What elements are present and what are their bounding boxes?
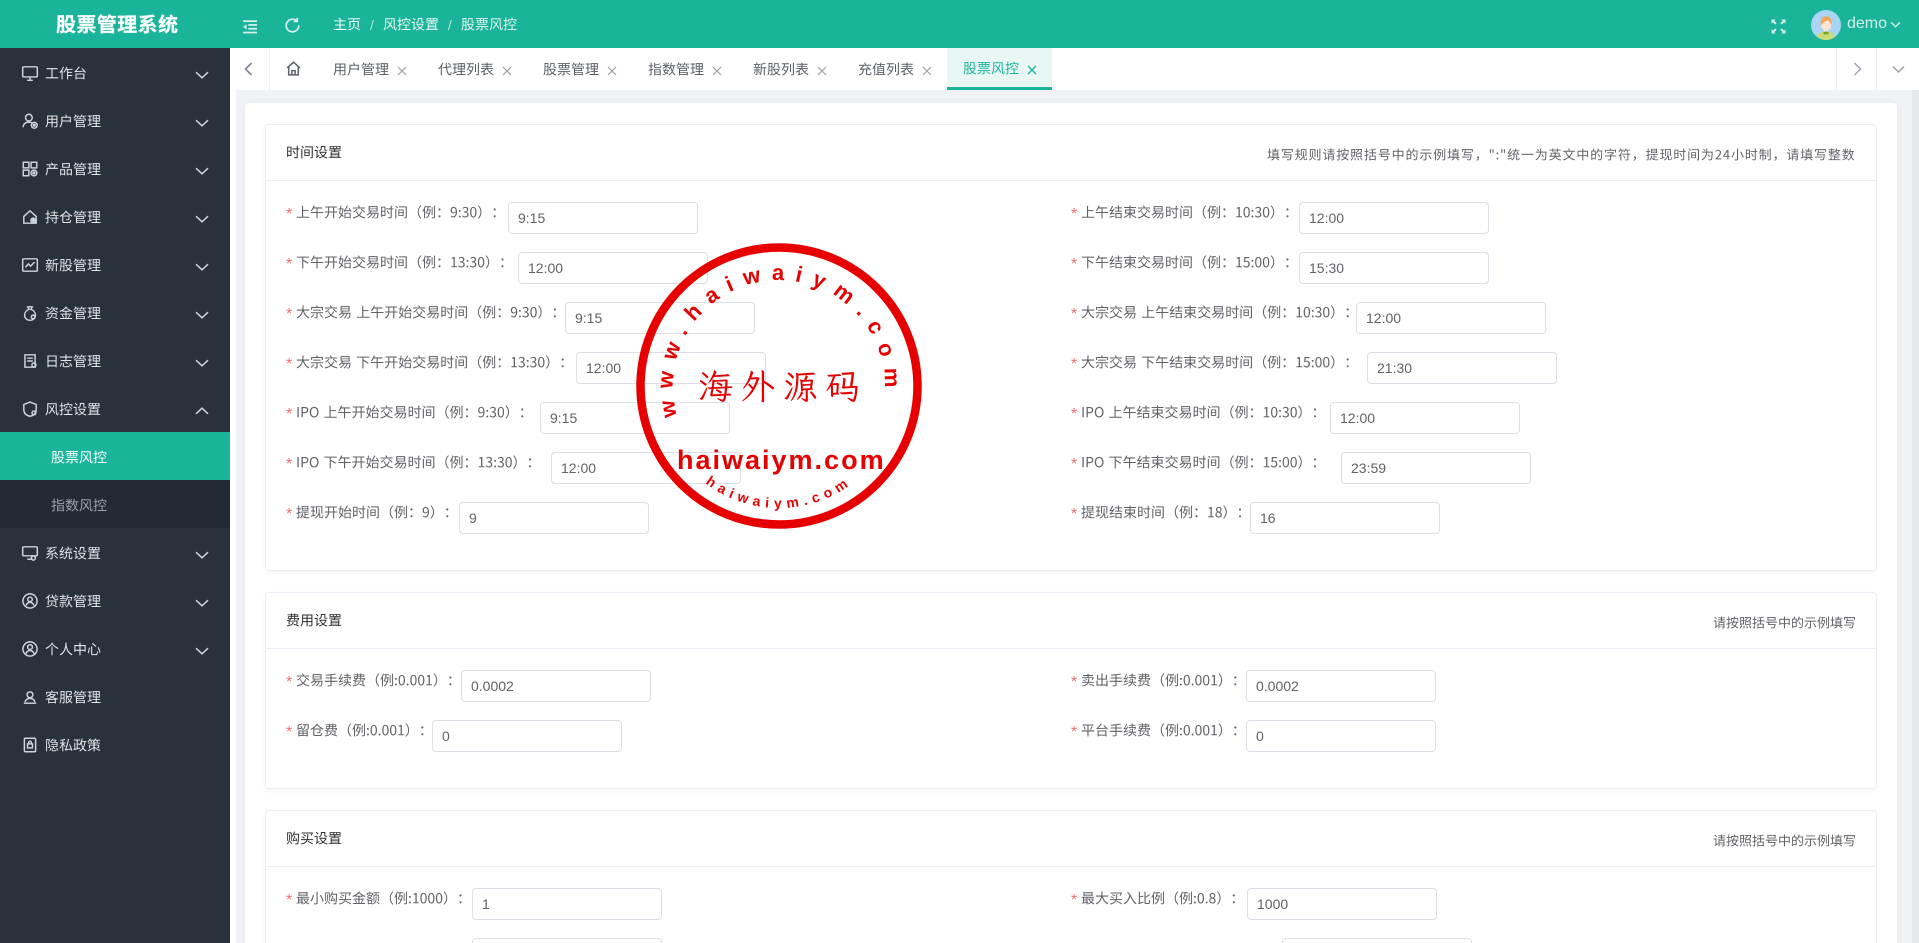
svg-text:haiwaiym.com: haiwaiym.com (703, 473, 854, 512)
